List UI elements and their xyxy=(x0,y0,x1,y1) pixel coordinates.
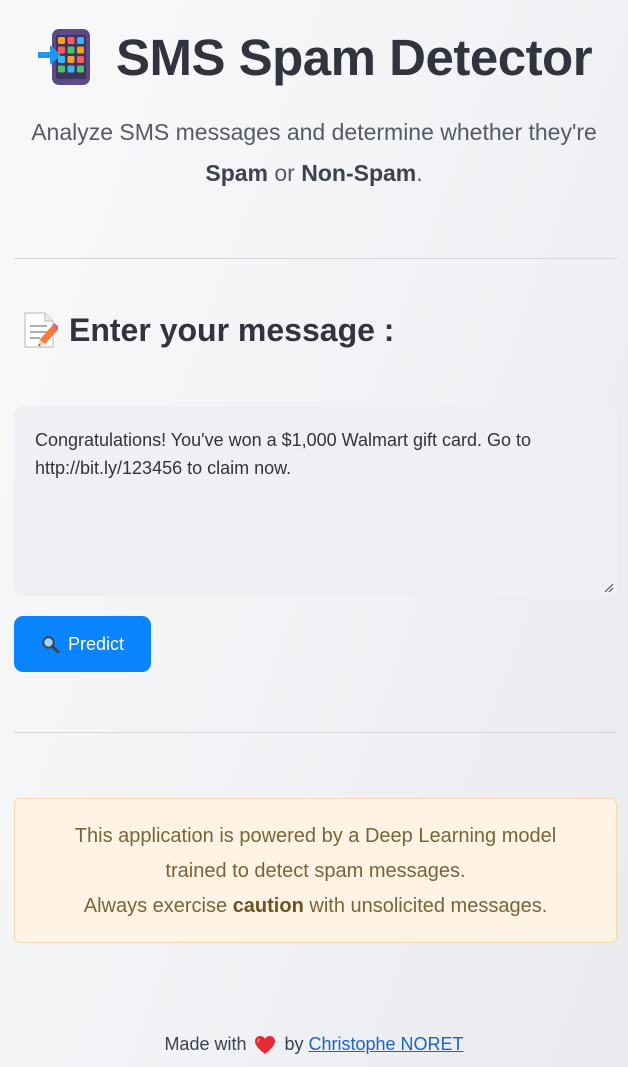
message-text: Congratulations! You've won a $1,000 Wal… xyxy=(35,430,532,478)
non-spam-label: Non-Spam xyxy=(301,160,417,186)
spam-label: Spam xyxy=(205,160,268,186)
or-word: or xyxy=(274,160,295,186)
magnifying-glass-icon xyxy=(42,635,60,653)
footer: Made with by Christophe NORET xyxy=(0,1034,628,1055)
subtitle-end: . xyxy=(416,160,423,186)
header: SMS Spam Detector xyxy=(0,26,628,88)
heart-icon xyxy=(255,1035,276,1054)
author-link[interactable]: Christophe NORET xyxy=(309,1034,464,1055)
mobile-phone-arrow-icon xyxy=(37,29,90,85)
info-line-3-prefix: Always exercise xyxy=(83,895,228,917)
divider-bottom xyxy=(14,732,617,733)
info-line-3-suffix: with unsolicited messages. xyxy=(309,895,548,917)
caution-text: caution xyxy=(232,895,304,917)
subtitle-line-2: Spam or Non-Spam. xyxy=(10,153,618,194)
divider-top xyxy=(14,258,617,259)
info-line-2: trained to detect spam messages. xyxy=(165,860,466,882)
subtitle: Analyze SMS messages and determine wheth… xyxy=(10,112,618,194)
info-box: This application is powered by a Deep Le… xyxy=(14,798,617,943)
page-title: SMS Spam Detector xyxy=(115,28,593,86)
section-heading-text: Enter your message : xyxy=(69,311,395,348)
resize-handle-icon[interactable] xyxy=(604,583,614,593)
footer-by: by xyxy=(284,1034,304,1054)
subtitle-line-1: Analyze SMS messages and determine wheth… xyxy=(31,119,597,145)
info-line-3: Always exercise caution with unsolicited… xyxy=(15,889,616,924)
predict-button[interactable]: Predict xyxy=(14,616,151,672)
message-textarea[interactable]: Congratulations! You've won a $1,000 Wal… xyxy=(14,406,617,596)
memo-icon xyxy=(24,312,58,348)
footer-made-with: Made with xyxy=(164,1034,247,1054)
predict-button-label: Predict xyxy=(67,633,125,654)
section-heading: Enter your message : xyxy=(22,308,394,352)
info-line-1: This application is powered by a Deep Le… xyxy=(74,825,557,847)
